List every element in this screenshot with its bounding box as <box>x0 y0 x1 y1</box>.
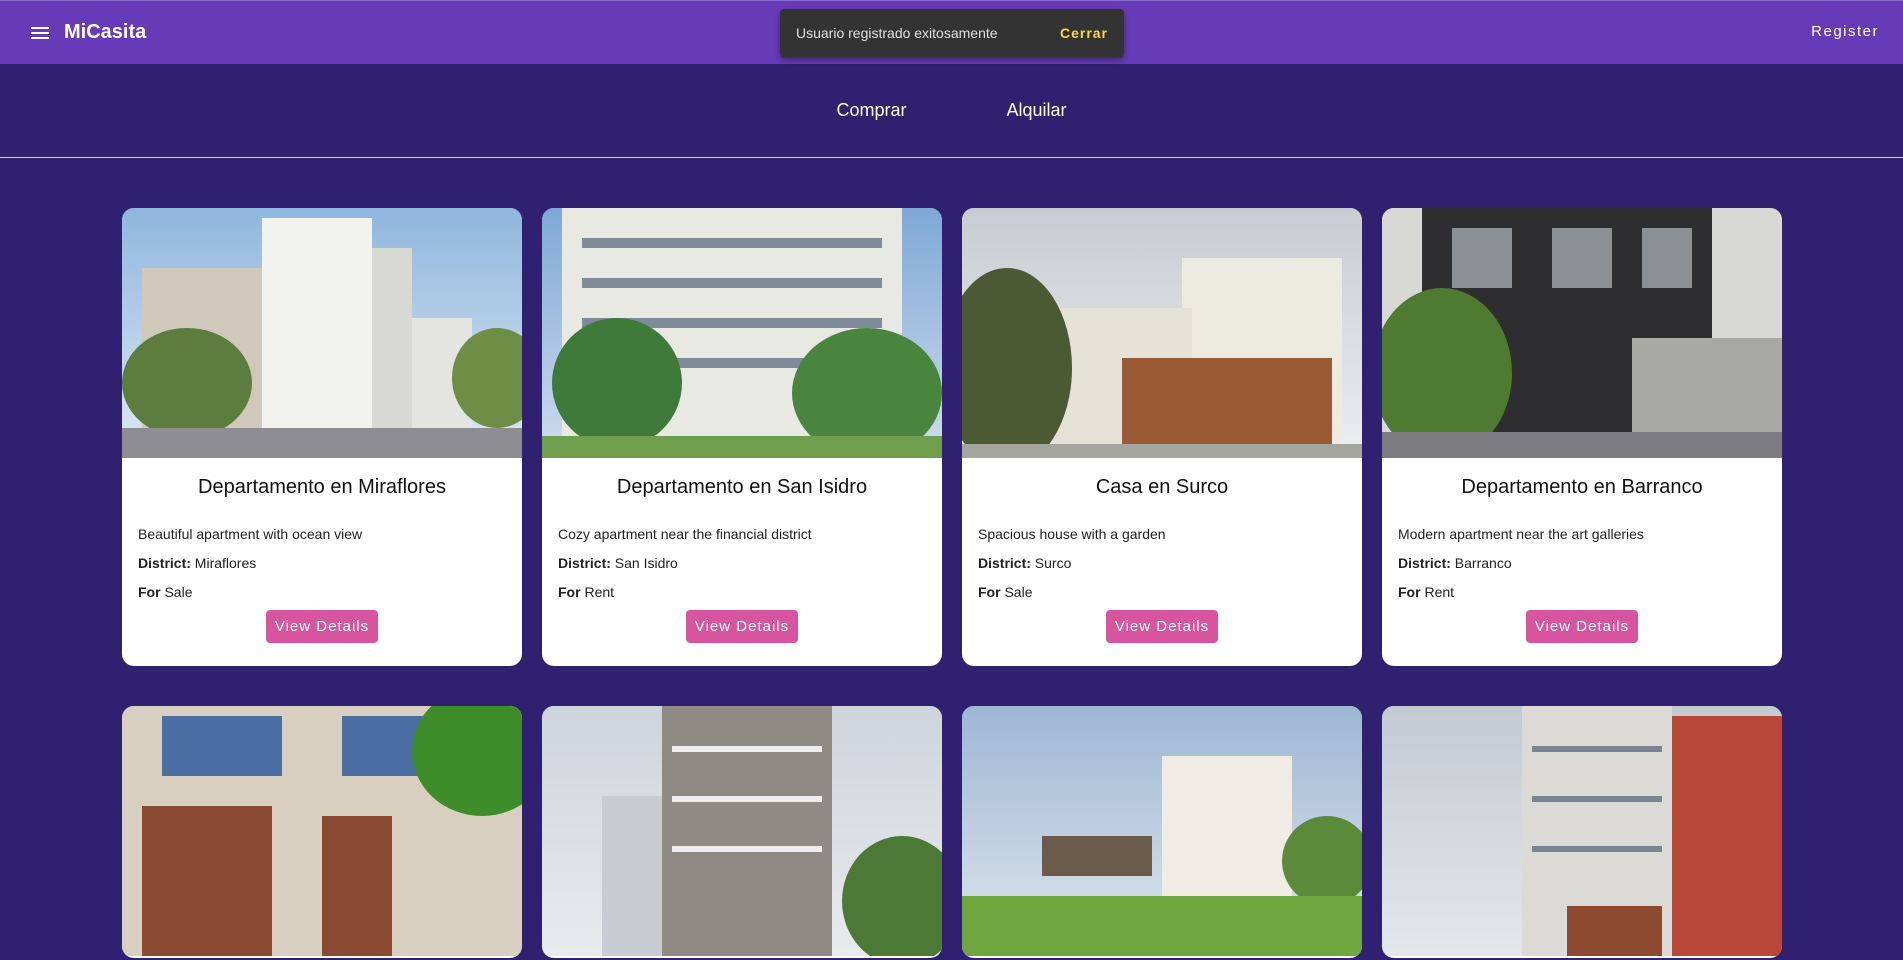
listing-photo <box>122 208 522 458</box>
listing-photo <box>1382 208 1782 458</box>
listing-description: Modern apartment near the art galleries <box>1398 526 1644 542</box>
for-value: Rent <box>584 584 615 600</box>
for-label: For <box>978 584 1001 600</box>
district-label: District: <box>1398 555 1451 571</box>
listing-card: Departamento en Miraflores Beautiful apa… <box>122 208 522 666</box>
listing-photo <box>962 208 1362 458</box>
snackbar-close-button[interactable]: Cerrar <box>1060 25 1108 41</box>
listing-card <box>122 706 522 958</box>
menu-icon <box>31 26 49 40</box>
district-label: District: <box>138 555 191 571</box>
app-title[interactable]: MiCasita <box>64 21 146 44</box>
listing-district: District: Barranco <box>1398 555 1766 571</box>
snackbar-message: Usuario registrado exitosamente <box>796 25 998 41</box>
listing-photo <box>542 706 942 956</box>
listing-card <box>962 706 1362 958</box>
tab-alquilar[interactable]: Alquilar <box>956 100 1116 121</box>
view-details-button[interactable]: View Details <box>265 610 379 643</box>
district-value: Miraflores <box>194 555 257 571</box>
listing-district: District: Miraflores <box>138 555 506 571</box>
listing-title: Casa en Surco <box>1095 476 1229 498</box>
listing-for: For Sale <box>978 584 1346 600</box>
listing-card: Departamento en San Isidro Cozy apartmen… <box>542 208 942 666</box>
view-details-button[interactable]: View Details <box>685 610 799 643</box>
listing-description: Cozy apartment near the financial distri… <box>558 526 812 542</box>
listings-grid: Departamento en Miraflores Beautiful apa… <box>122 208 1782 958</box>
listing-title: Departamento en Miraflores <box>198 476 446 498</box>
for-label: For <box>138 584 161 600</box>
listing-description: Beautiful apartment with ocean view <box>138 526 363 542</box>
for-label: For <box>1398 584 1421 600</box>
listing-for: For Sale <box>138 584 506 600</box>
listing-for: For Rent <box>558 584 926 600</box>
menu-button[interactable] <box>20 13 60 53</box>
register-button[interactable]: Register <box>1811 23 1879 40</box>
listing-photo <box>1382 706 1782 956</box>
view-details-button[interactable]: View Details <box>1525 610 1639 643</box>
for-label: For <box>558 584 581 600</box>
category-tabs: Comprar Alquilar <box>0 64 1903 158</box>
tab-comprar[interactable]: Comprar <box>786 100 956 121</box>
listing-card <box>542 706 942 958</box>
listing-card: Departamento en Barranco Modern apartmen… <box>1382 208 1782 666</box>
district-value: Barranco <box>1454 555 1512 571</box>
district-label: District: <box>558 555 611 571</box>
district-label: District: <box>978 555 1031 571</box>
listing-photo <box>542 208 942 458</box>
listing-district: District: San Isidro <box>558 555 926 571</box>
for-value: Sale <box>1004 584 1033 600</box>
for-value: Rent <box>1424 584 1455 600</box>
district-value: San Isidro <box>614 555 678 571</box>
snackbar: Usuario registrado exitosamente Cerrar <box>780 9 1124 57</box>
listing-description: Spacious house with a garden <box>978 526 1166 542</box>
listing-card: Casa en Surco Spacious house with a gard… <box>962 208 1362 666</box>
for-value: Sale <box>164 584 193 600</box>
listing-district: District: Surco <box>978 555 1346 571</box>
listing-title: Departamento en Barranco <box>1461 476 1703 498</box>
listing-for: For Rent <box>1398 584 1766 600</box>
listing-photo <box>122 706 522 956</box>
district-value: Surco <box>1034 555 1072 571</box>
listing-photo <box>962 706 1362 956</box>
listing-card <box>1382 706 1782 958</box>
view-details-button[interactable]: View Details <box>1105 610 1219 643</box>
listing-title: Departamento en San Isidro <box>616 476 868 498</box>
